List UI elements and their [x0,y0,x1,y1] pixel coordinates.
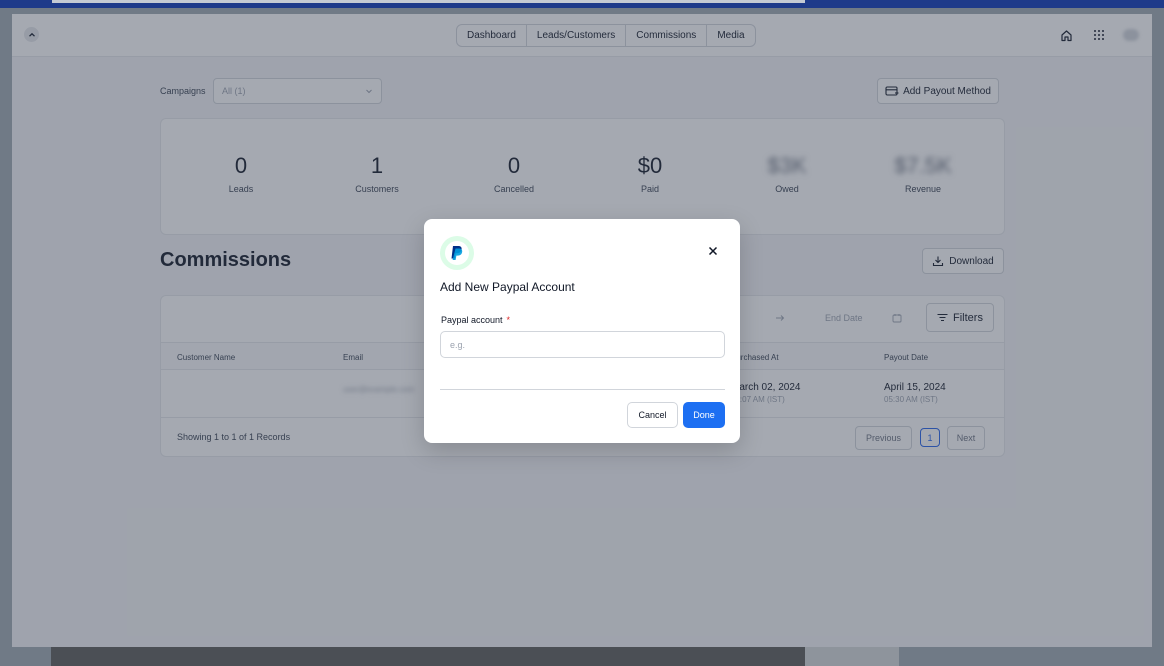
modal-title: Add New Paypal Account [440,280,575,294]
bottom-dark-strip [51,647,805,666]
close-icon [708,246,718,256]
bottom-gray-strip [805,647,899,666]
cancel-button[interactable]: Cancel [627,402,678,428]
add-paypal-account-modal: Add New Paypal Account Paypal account* C… [424,219,740,443]
browser-top-highlight [52,0,805,3]
modal-divider [440,389,725,390]
paypal-logo-icon [451,246,463,260]
done-button[interactable]: Done [683,402,725,428]
required-marker: * [506,315,511,325]
close-button[interactable] [706,244,720,258]
paypal-account-label-text: Paypal account [441,315,503,325]
paypal-logo-badge [440,236,474,270]
paypal-account-label: Paypal account * [441,315,510,325]
paypal-account-input[interactable] [440,331,725,358]
